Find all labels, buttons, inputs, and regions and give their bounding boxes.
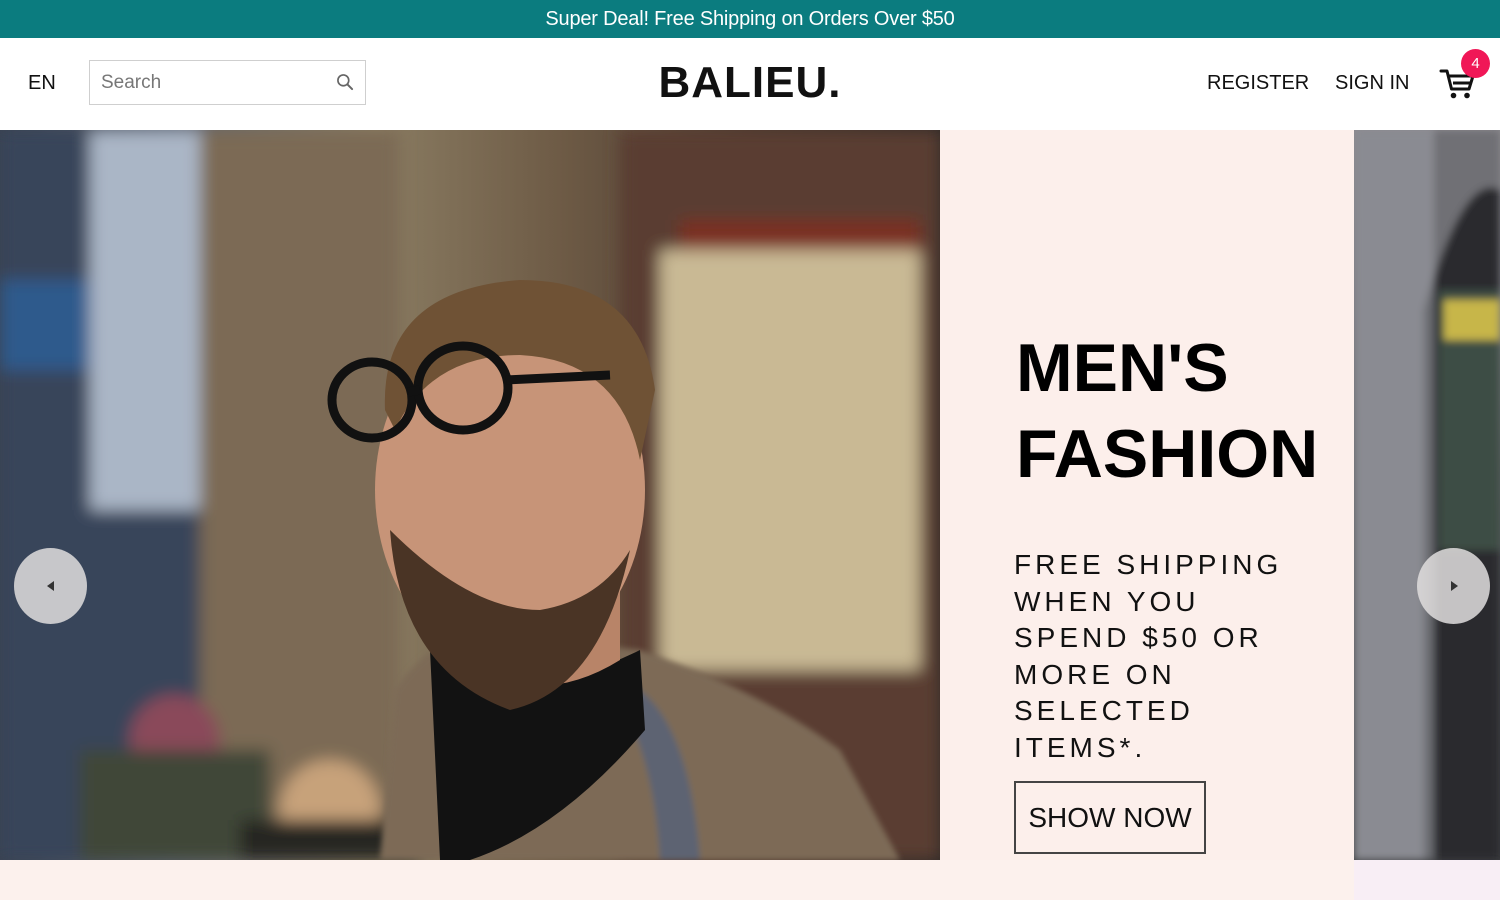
hero-photo-illustration bbox=[0, 130, 940, 860]
announcement-text: Super Deal! Free Shipping on Orders Over… bbox=[545, 7, 955, 30]
section-divider bbox=[0, 860, 1500, 900]
chevron-right-icon bbox=[1450, 581, 1458, 591]
cart-badge: 4 bbox=[1461, 49, 1490, 78]
hero-title: MEN'S FASHION bbox=[1016, 325, 1336, 497]
section-divider-edge bbox=[1354, 860, 1500, 900]
register-link[interactable]: REGISTER bbox=[1207, 72, 1309, 95]
hero-title-line-1: MEN'S bbox=[1016, 330, 1229, 406]
search-input[interactable] bbox=[101, 71, 326, 94]
chevron-left-icon bbox=[46, 581, 54, 591]
announcement-bar: Super Deal! Free Shipping on Orders Over… bbox=[0, 0, 1500, 38]
hero-slider: MEN'S FASHION FREE SHIPPING WHEN YOU SPE… bbox=[0, 130, 1500, 860]
hero-title-line-2: FASHION bbox=[1016, 416, 1319, 492]
hero-text-panel: MEN'S FASHION FREE SHIPPING WHEN YOU SPE… bbox=[940, 130, 1354, 860]
next-slide-illustration bbox=[1354, 130, 1500, 860]
next-slide-button[interactable] bbox=[1417, 548, 1490, 624]
search-icon[interactable] bbox=[335, 72, 355, 92]
next-slide-preview bbox=[1354, 130, 1500, 860]
sign-in-link[interactable]: SIGN IN bbox=[1335, 72, 1409, 95]
language-selector[interactable]: EN bbox=[28, 72, 56, 95]
prev-slide-button[interactable] bbox=[14, 548, 87, 624]
logo[interactable]: BALIEU. bbox=[659, 58, 842, 107]
hero-image bbox=[0, 130, 940, 860]
search-box bbox=[89, 60, 366, 105]
navbar: EN BALIEU. REGISTER SIGN IN 4 bbox=[0, 38, 1500, 130]
hero-description: FREE SHIPPING WHEN YOU SPEND $50 OR MORE… bbox=[1014, 549, 1283, 763]
show-now-button[interactable]: SHOW NOW bbox=[1014, 781, 1206, 854]
